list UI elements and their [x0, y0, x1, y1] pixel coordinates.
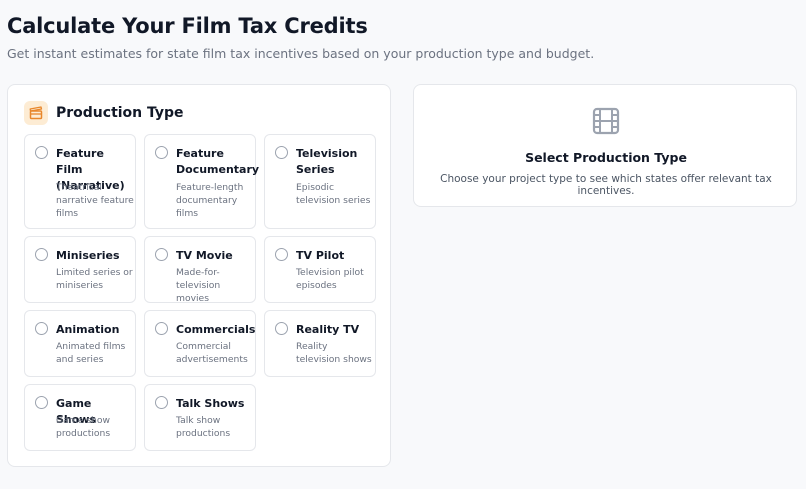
clapperboard-icon [24, 101, 48, 125]
type-description: Reality television shows [296, 341, 372, 365]
radio-button[interactable] [275, 322, 288, 335]
type-card-commercials[interactable]: Commercials Commercial advertisements [144, 310, 256, 377]
type-description: Talk show productions [176, 415, 231, 439]
type-card-animation[interactable]: Animation Animated films and series [24, 310, 136, 377]
radio-button[interactable] [35, 322, 48, 335]
type-name: TV Pilot [296, 249, 345, 262]
type-name: Animation [56, 323, 120, 336]
type-description: Game show productions [56, 415, 111, 439]
page-title: Calculate Your Film Tax Credits [7, 14, 368, 38]
result-panel: Select Production Type Choose your proje… [413, 84, 797, 207]
type-card-game-shows[interactable]: Game Shows Game show productions [24, 384, 136, 451]
radio-button[interactable] [35, 396, 48, 409]
production-type-panel: Production Type Feature Film (Narrative)… [7, 84, 391, 467]
radio-button[interactable] [155, 248, 168, 261]
production-type-title: Production Type [56, 105, 184, 121]
type-name: Feature Documentary [176, 147, 260, 176]
type-description: Made-for-television movies [176, 267, 221, 304]
type-name: Miniseries [56, 249, 120, 262]
type-card-feature-film[interactable]: Feature Film (Narrative) Theatrical narr… [24, 134, 136, 229]
type-description: Theatrical narrative feature films [56, 182, 134, 219]
type-name: Commercials [176, 323, 256, 336]
radio-button[interactable] [275, 146, 288, 159]
type-description: Commercial advertisements [176, 341, 248, 365]
type-card-miniseries[interactable]: Miniseries Limited series or miniseries [24, 236, 136, 303]
type-description: Episodic television series [296, 182, 371, 206]
type-description: Television pilot episodes [296, 267, 364, 291]
radio-button[interactable] [155, 146, 168, 159]
radio-button[interactable] [35, 146, 48, 159]
type-card-feature-documentary[interactable]: Feature Documentary Feature-length docum… [144, 134, 260, 229]
radio-button[interactable] [35, 248, 48, 261]
film-icon [592, 107, 620, 139]
production-type-header: Production Type [24, 101, 184, 125]
type-description: Animated films and series [56, 341, 126, 365]
radio-button[interactable] [155, 322, 168, 335]
type-name: TV Movie [176, 249, 233, 262]
type-card-tv-pilot[interactable]: TV Pilot Television pilot episodes [264, 236, 376, 303]
page-subtitle: Get instant estimates for state film tax… [7, 46, 595, 61]
type-card-television-series[interactable]: Television Series Episodic television se… [264, 134, 376, 229]
type-description: Feature-length documentary films [176, 182, 244, 219]
type-name: Talk Shows [176, 397, 245, 410]
empty-state-title: Select Production Type [525, 150, 687, 165]
type-description: Limited series or miniseries [56, 267, 133, 291]
radio-button[interactable] [155, 396, 168, 409]
empty-state-description: Choose your project type to see which st… [440, 173, 772, 197]
type-card-reality-tv[interactable]: Reality TV Reality television shows [264, 310, 376, 377]
type-card-tv-movie[interactable]: TV Movie Made-for-television movies [144, 236, 256, 304]
radio-button[interactable] [275, 248, 288, 261]
type-name: Television Series [296, 147, 358, 176]
type-card-talk-shows[interactable]: Talk Shows Talk show productions [144, 384, 256, 451]
type-name: Reality TV [296, 323, 360, 336]
